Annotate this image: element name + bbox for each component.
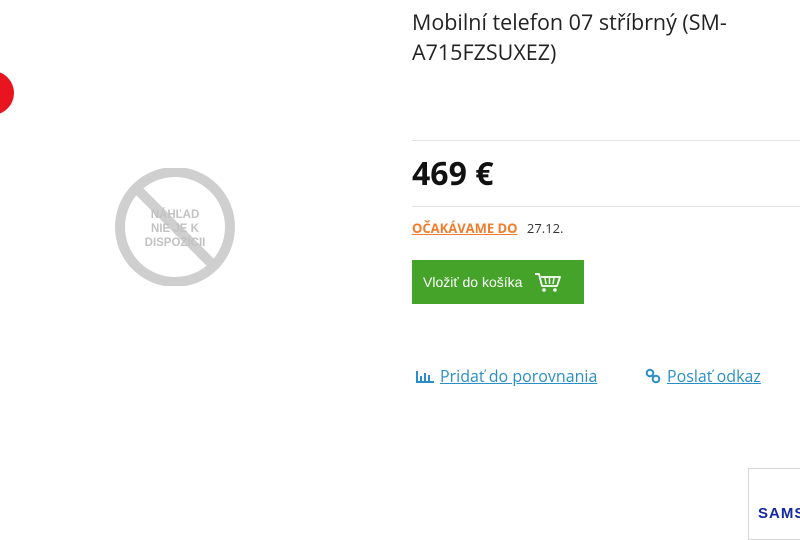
placeholder-line1: NÁHĽAD — [151, 208, 200, 221]
availability-date: 27.12. — [526, 219, 564, 237]
no-image-icon: NÁHĽAD NIE JE K DISPOZÍCII — [115, 167, 235, 287]
share-link[interactable]: Poslať odkaz — [645, 366, 761, 386]
compare-link[interactable]: Pridať do porovnania — [416, 366, 597, 386]
link-icon — [645, 368, 661, 384]
bar-chart-icon — [416, 371, 434, 383]
cart-icon — [535, 273, 562, 292]
add-to-cart-label: Vložiť do košíka — [423, 274, 523, 290]
brand-logo[interactable]: SAMS — [748, 468, 800, 540]
product-price: 469 € — [412, 152, 494, 195]
availability-row: OČAKÁVAME DO 27.12. — [412, 219, 563, 237]
compare-link-label: Pridať do porovnania — [440, 365, 598, 387]
placeholder-line2: NIE JE K — [151, 223, 200, 235]
add-to-cart-button[interactable]: Vložiť do košíka — [412, 260, 584, 304]
brand-logo-text: SAMS — [758, 505, 800, 522]
no-image-placeholder: NÁHĽAD NIE JE K DISPOZÍCII — [108, 167, 242, 287]
divider — [412, 206, 800, 207]
divider — [412, 140, 800, 141]
share-link-label: Poslať odkaz — [667, 365, 761, 387]
availability-status-link[interactable]: OČAKÁVAME DO — [412, 219, 518, 237]
promo-badge — [0, 71, 14, 115]
placeholder-line3: DISPOZÍCII — [145, 236, 206, 249]
product-title: Mobilní telefon 07 stříbrný (SM-A715FZSU… — [412, 8, 727, 67]
